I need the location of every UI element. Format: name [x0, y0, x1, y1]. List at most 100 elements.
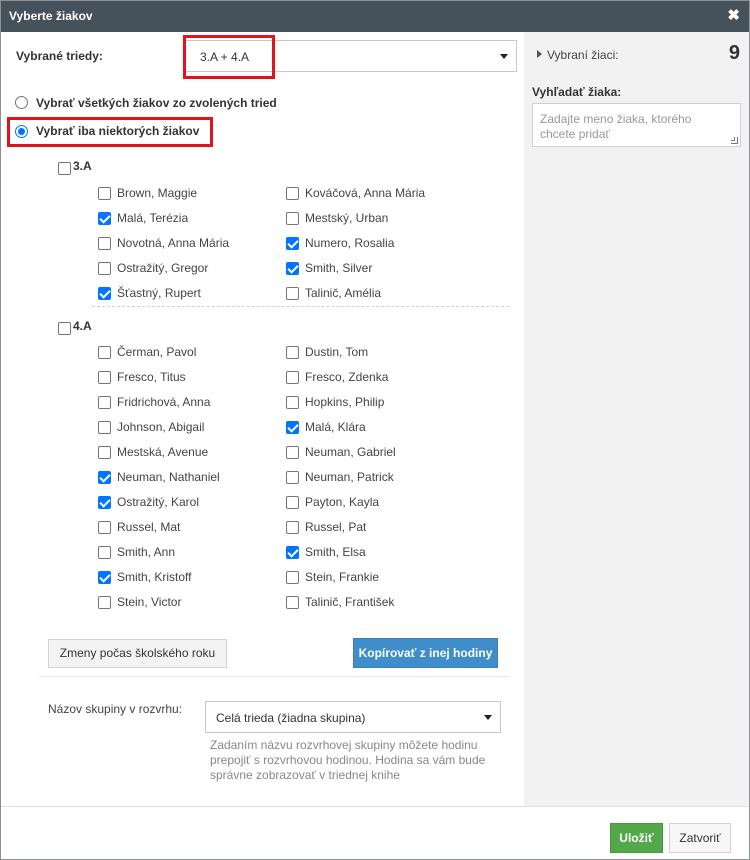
main-panel: Vybrané triedy: 3.A + 4.A Vybrať všetkýc…: [1, 32, 524, 806]
radio-some-students[interactable]: [15, 125, 28, 138]
student-name: Hopkins, Philip: [305, 395, 385, 409]
student-checkbox[interactable]: [98, 371, 111, 384]
student-checkbox[interactable]: [286, 496, 299, 509]
student-name: Mestský, Urban: [305, 211, 389, 225]
student-checkbox[interactable]: [98, 421, 111, 434]
group-name-hint: Zadaním názvu rozvrhovej skupiny môžete …: [210, 738, 486, 782]
student-checkbox[interactable]: [286, 546, 299, 559]
student-name: Neuman, Nathaniel: [117, 470, 220, 484]
group-label: 4.A: [73, 319, 92, 333]
close-icon[interactable]: ✖: [727, 8, 740, 24]
student-checkbox[interactable]: [98, 287, 111, 300]
student-name: Russel, Mat: [117, 520, 181, 534]
radio-some-label: Vybrať iba niektorých žiakov: [36, 124, 200, 138]
student-name: Stein, Frankie: [305, 570, 380, 584]
group-separator: [92, 306, 509, 307]
student-name: Čerman, Pavol: [117, 345, 197, 359]
student-name: Mestská, Avenue: [117, 445, 209, 459]
radio-all-students[interactable]: [15, 96, 28, 109]
student-name: Smith, Silver: [305, 261, 373, 275]
selected-count: 9: [728, 42, 740, 64]
student-name: Brown, Maggie: [117, 186, 198, 200]
group-name-value: Celá trieda (žiadna skupina): [216, 711, 366, 725]
search-student-input[interactable]: Zadajte meno žiaka, ktorého chcete prida…: [532, 103, 741, 147]
student-checkbox[interactable]: [286, 421, 299, 434]
student-checkbox[interactable]: [286, 262, 299, 275]
group-checkbox[interactable]: [58, 162, 71, 175]
student-checkbox[interactable]: [98, 396, 111, 409]
student-name: Malá, Terézia: [117, 211, 189, 225]
student-name: Smith, Kristoff: [117, 570, 192, 584]
student-checkbox[interactable]: [98, 237, 111, 250]
student-checkbox[interactable]: [286, 596, 299, 609]
classes-label: Vybrané triedy:: [16, 49, 103, 63]
student-checkbox[interactable]: [286, 187, 299, 200]
chevron-down-icon: [500, 54, 508, 59]
group-name-select[interactable]: Celá trieda (žiadna skupina): [205, 701, 501, 733]
student-checkbox[interactable]: [98, 446, 111, 459]
dialog-footer: Uložiť Zatvoriť: [1, 806, 749, 859]
student-name: Malá, Klára: [305, 420, 366, 434]
chevron-down-icon: [484, 715, 492, 720]
radio-all-label: Vybrať všetkých žiakov zo zvolených trie…: [36, 96, 277, 110]
dialog-titlebar: Vyberte žiakov ✖: [1, 1, 749, 32]
student-name: Ostražitý, Gregor: [117, 261, 209, 275]
student-checkbox[interactable]: [286, 571, 299, 584]
student-checkbox[interactable]: [286, 237, 299, 250]
copy-from-lesson-button[interactable]: Kopírovať z inej hodiny: [353, 638, 498, 668]
student-checkbox[interactable]: [286, 396, 299, 409]
resize-handle-icon[interactable]: [731, 137, 738, 144]
student-name: Fridrichová, Anna: [117, 395, 211, 409]
changes-button[interactable]: Zmeny počas školského roku: [48, 639, 227, 668]
divider: [39, 676, 509, 677]
student-checkbox[interactable]: [286, 471, 299, 484]
save-button[interactable]: Uložiť: [610, 823, 663, 853]
group-checkbox[interactable]: [58, 322, 71, 335]
expand-icon[interactable]: [537, 50, 542, 58]
student-name: Stein, Victor: [117, 595, 182, 609]
student-checkbox[interactable]: [98, 187, 111, 200]
student-name: Smith, Elsa: [305, 545, 366, 559]
student-checkbox[interactable]: [98, 496, 111, 509]
student-checkbox[interactable]: [286, 371, 299, 384]
student-name: Neuman, Gabriel: [305, 445, 396, 459]
dialog-title: Vyberte žiakov: [9, 9, 93, 23]
student-name: Smith, Ann: [117, 545, 176, 559]
student-checkbox[interactable]: [98, 546, 111, 559]
group-name-label: Názov skupiny v rozvrhu:: [48, 702, 183, 716]
student-checkbox[interactable]: [286, 346, 299, 359]
student-name: Talinič, Amélia: [305, 286, 382, 300]
select-students-dialog: Vyberte žiakov ✖ Vybrané triedy: 3.A + 4…: [0, 0, 750, 860]
student-name: Neuman, Patrick: [305, 470, 394, 484]
student-name: Talinič, František: [305, 595, 395, 609]
student-checkbox[interactable]: [286, 446, 299, 459]
student-checkbox[interactable]: [98, 212, 111, 225]
student-checkbox[interactable]: [98, 471, 111, 484]
student-name: Fresco, Titus: [117, 370, 186, 384]
student-name: Novotná, Anna Mária: [117, 236, 230, 250]
student-checkbox[interactable]: [286, 521, 299, 534]
student-checkbox[interactable]: [286, 287, 299, 300]
search-label: Vyhľadať žiaka:: [532, 85, 622, 99]
student-checkbox[interactable]: [98, 596, 111, 609]
student-name: Johnson, Abigail: [117, 420, 205, 434]
student-name: Payton, Kayla: [305, 495, 380, 509]
student-name: Fresco, Zdenka: [305, 370, 389, 384]
student-checkbox[interactable]: [98, 571, 111, 584]
student-checkbox[interactable]: [98, 346, 111, 359]
student-name: Russel, Pat: [305, 520, 367, 534]
classes-highlight: [183, 35, 275, 79]
student-checkbox[interactable]: [286, 212, 299, 225]
student-name: Kováčová, Anna Mária: [305, 186, 426, 200]
student-name: Šťastný, Rupert: [117, 286, 201, 300]
student-name: Numero, Rosalia: [305, 236, 395, 250]
selected-students-label[interactable]: Vybraní žiaci:: [547, 48, 619, 62]
selected-sidebar: Vybraní žiaci: 9 Vyhľadať žiaka: Zadajte…: [524, 32, 749, 806]
group-label: 3.A: [73, 159, 92, 173]
student-checkbox[interactable]: [98, 521, 111, 534]
student-name: Ostražitý, Karol: [117, 495, 200, 509]
close-button[interactable]: Zatvoriť: [669, 823, 731, 853]
search-placeholder: Zadajte meno žiaka, ktorého chcete prida…: [540, 112, 692, 141]
student-name: Dustin, Tom: [305, 345, 369, 359]
student-checkbox[interactable]: [98, 262, 111, 275]
